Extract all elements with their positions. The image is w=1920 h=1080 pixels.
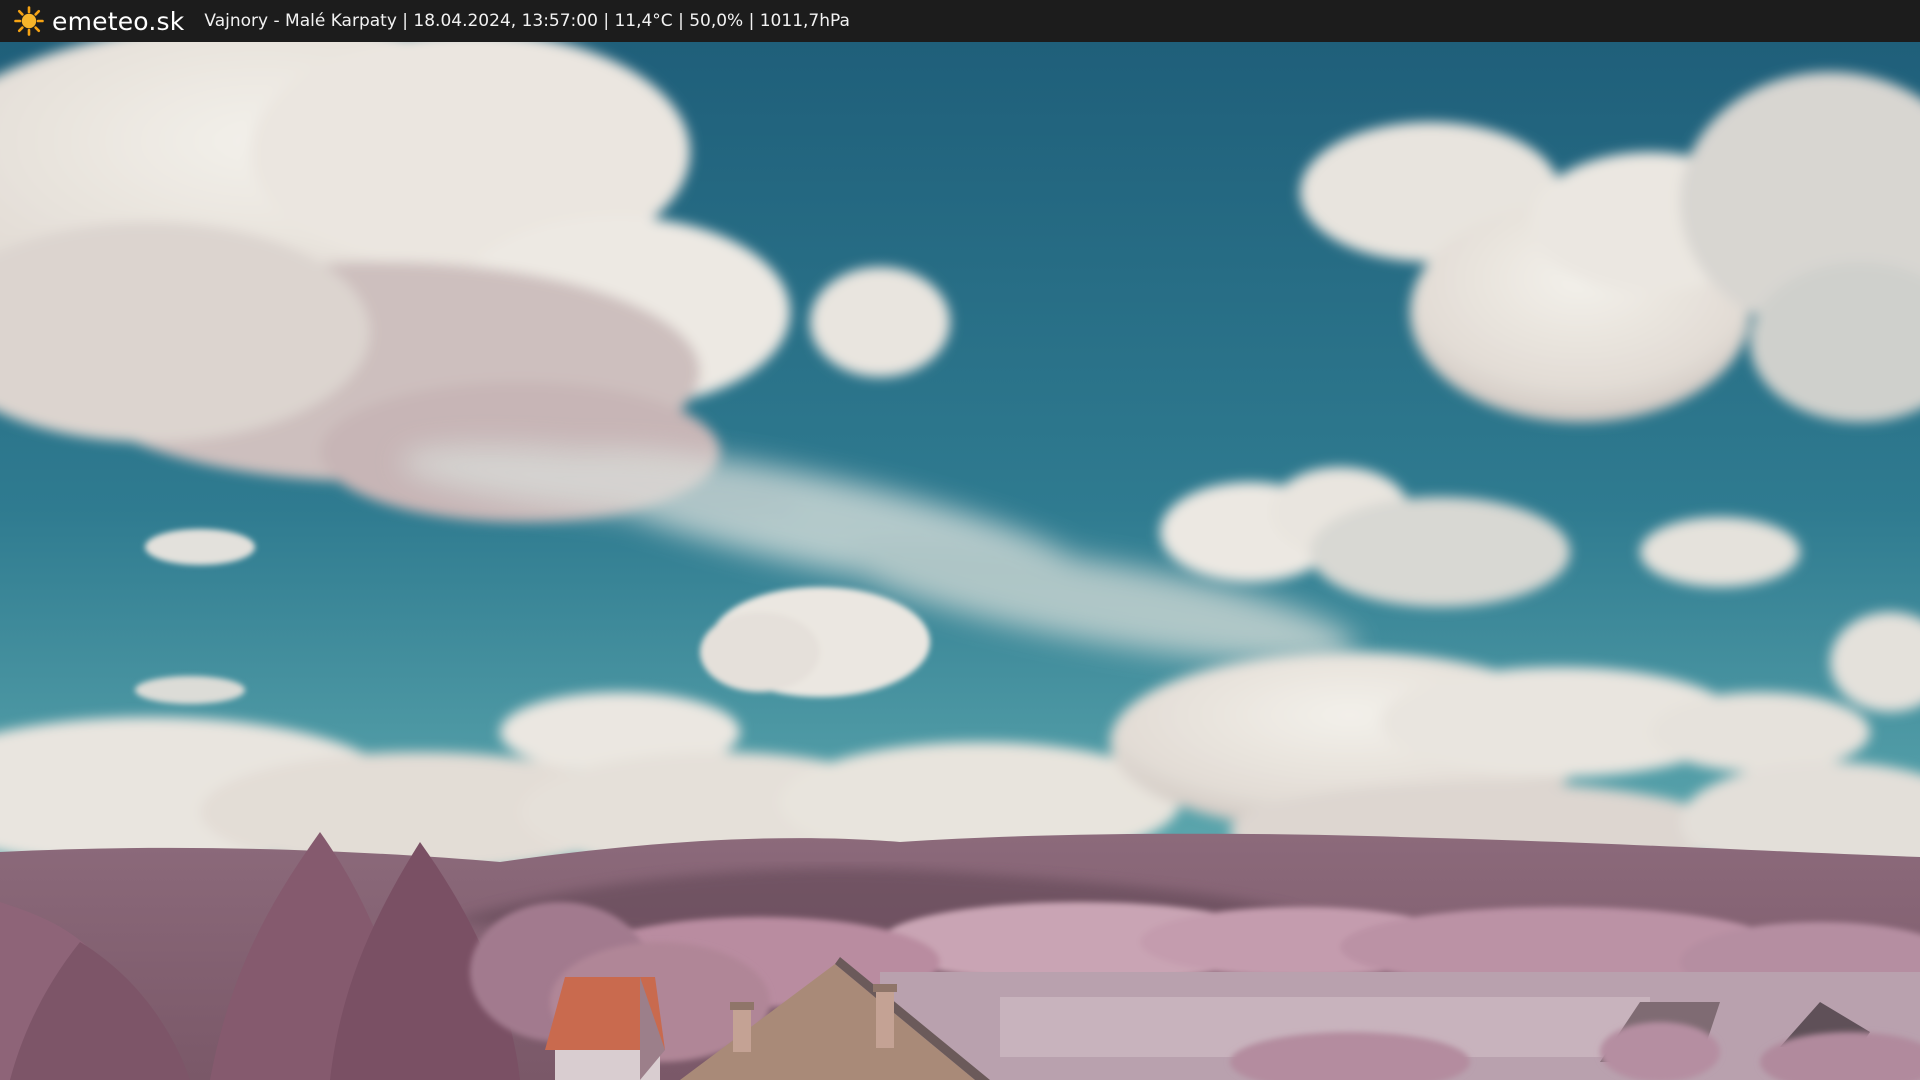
weather-status-text: Vajnory - Malé Karpaty | 18.04.2024, 13:… bbox=[204, 11, 850, 31]
webcam-frame: emeteo.sk Vajnory - Malé Karpaty | 18.04… bbox=[0, 0, 1920, 1080]
webcam-image bbox=[0, 42, 1920, 1080]
site-logo[interactable]: emeteo.sk bbox=[14, 0, 184, 42]
house-small bbox=[545, 977, 665, 1080]
sun-icon bbox=[14, 6, 44, 36]
brand-name: emeteo.sk bbox=[52, 6, 185, 36]
header-bar: emeteo.sk Vajnory - Malé Karpaty | 18.04… bbox=[0, 0, 1920, 42]
